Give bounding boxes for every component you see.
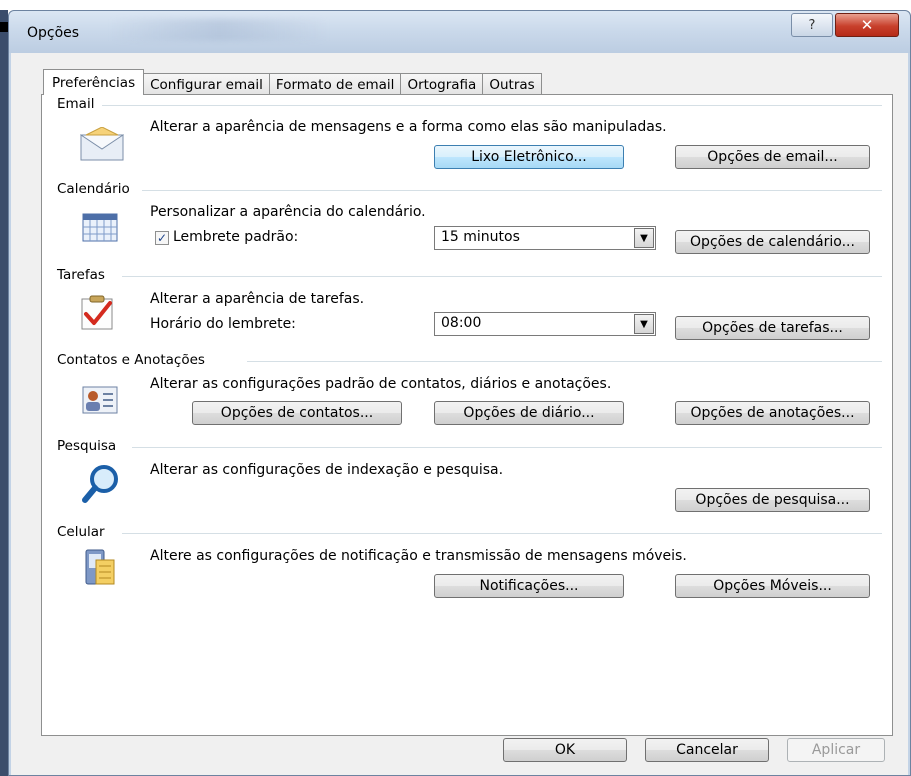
opcoes-calendario-button[interactable]: Opções de calendário... xyxy=(675,230,870,254)
dialog-title: Opções xyxy=(27,25,80,41)
section-divider xyxy=(247,361,882,362)
section-divider xyxy=(132,447,882,448)
preferences-panel: Email Alterar a aparência de mensagens e… xyxy=(41,94,893,736)
opcoes-email-button[interactable]: Opções de email... xyxy=(675,145,870,169)
magnifier-icon xyxy=(82,465,118,503)
tab-configurar-email[interactable]: Configurar email xyxy=(143,73,270,95)
ok-button[interactable]: OK xyxy=(503,738,627,762)
title-blurred-text xyxy=(109,19,329,41)
contact-card-icon xyxy=(82,386,118,414)
lixo-eletronico-button[interactable]: Lixo Eletrônico... xyxy=(434,145,624,169)
dialog-client-area: Preferências Configurar email Formato de… xyxy=(11,53,908,775)
opcoes-diario-button[interactable]: Opções de diário... xyxy=(434,401,624,425)
opcoes-contatos-button[interactable]: Opções de contatos... xyxy=(192,401,402,425)
background-window-edge xyxy=(0,10,8,776)
background-window-mark xyxy=(0,22,8,32)
pesquisa-description: Alterar as configurações de indexação e … xyxy=(150,462,504,478)
lembrete-padrao-label: Lembrete padrão: xyxy=(173,229,299,245)
contatos-description: Alterar as configurações padrão de conta… xyxy=(150,376,612,392)
section-divider xyxy=(142,190,882,191)
dropdown-arrow-icon[interactable]: ▼ xyxy=(634,228,654,248)
close-icon: ✕ xyxy=(860,16,874,34)
lembrete-padrao-value: 15 minutos xyxy=(441,229,520,245)
lembrete-padrao-select[interactable]: 15 minutos ▼ xyxy=(434,226,656,250)
task-icon xyxy=(81,295,113,330)
tarefas-description: Alterar a aparência de tarefas. xyxy=(150,291,365,307)
envelope-icon xyxy=(80,127,124,161)
tab-preferencias[interactable]: Preferências xyxy=(43,69,145,95)
notificacoes-button[interactable]: Notificações... xyxy=(434,574,624,598)
email-description: Alterar a aparência de mensagens e a for… xyxy=(150,119,667,135)
section-label-pesquisa: Pesquisa xyxy=(57,438,122,454)
section-divider xyxy=(122,276,882,277)
section-label-contatos: Contatos e Anotações xyxy=(57,352,210,368)
apply-button[interactable]: Aplicar xyxy=(787,738,885,762)
help-icon: ? xyxy=(808,17,816,33)
section-label-tarefas: Tarefas xyxy=(57,267,110,283)
calendario-description: Personalizar a aparência do calendário. xyxy=(150,204,426,220)
section-label-calendario: Calendário xyxy=(57,181,135,197)
tab-formato-email[interactable]: Formato de email xyxy=(268,73,402,95)
horario-lembrete-select[interactable]: 08:00 ▼ xyxy=(434,312,656,336)
opcoes-pesquisa-button[interactable]: Opções de pesquisa... xyxy=(675,488,870,512)
section-divider xyxy=(122,533,882,534)
cancel-button[interactable]: Cancelar xyxy=(645,738,769,762)
calendar-icon xyxy=(82,213,118,242)
opcoes-anotacoes-button[interactable]: Opções de anotações... xyxy=(675,401,870,425)
options-dialog: Opções ? ✕ Preferências Configurar email… xyxy=(8,10,911,776)
tab-strip: Preferências Configurar email Formato de… xyxy=(43,69,542,95)
close-button[interactable]: ✕ xyxy=(835,13,899,37)
celular-description: Altere as configurações de notificação e… xyxy=(150,548,687,564)
tab-ortografia[interactable]: Ortografia xyxy=(400,73,484,95)
mobile-device-icon xyxy=(85,549,115,585)
help-button[interactable]: ? xyxy=(791,13,833,37)
opcoes-tarefas-button[interactable]: Opções de tarefas... xyxy=(675,316,870,340)
opcoes-moveis-button[interactable]: Opções Móveis... xyxy=(675,574,870,598)
section-label-email: Email xyxy=(57,96,100,112)
section-divider xyxy=(102,105,882,106)
tab-outras[interactable]: Outras xyxy=(482,73,542,95)
horario-lembrete-label: Horário do lembrete: xyxy=(150,316,296,332)
horario-lembrete-value: 08:00 xyxy=(441,315,482,331)
section-label-celular: Celular xyxy=(57,524,110,540)
dropdown-arrow-icon[interactable]: ▼ xyxy=(634,314,654,334)
title-bar[interactable]: Opções ? ✕ xyxy=(9,11,910,53)
lembrete-padrao-checkbox[interactable]: ✓ xyxy=(155,231,169,245)
